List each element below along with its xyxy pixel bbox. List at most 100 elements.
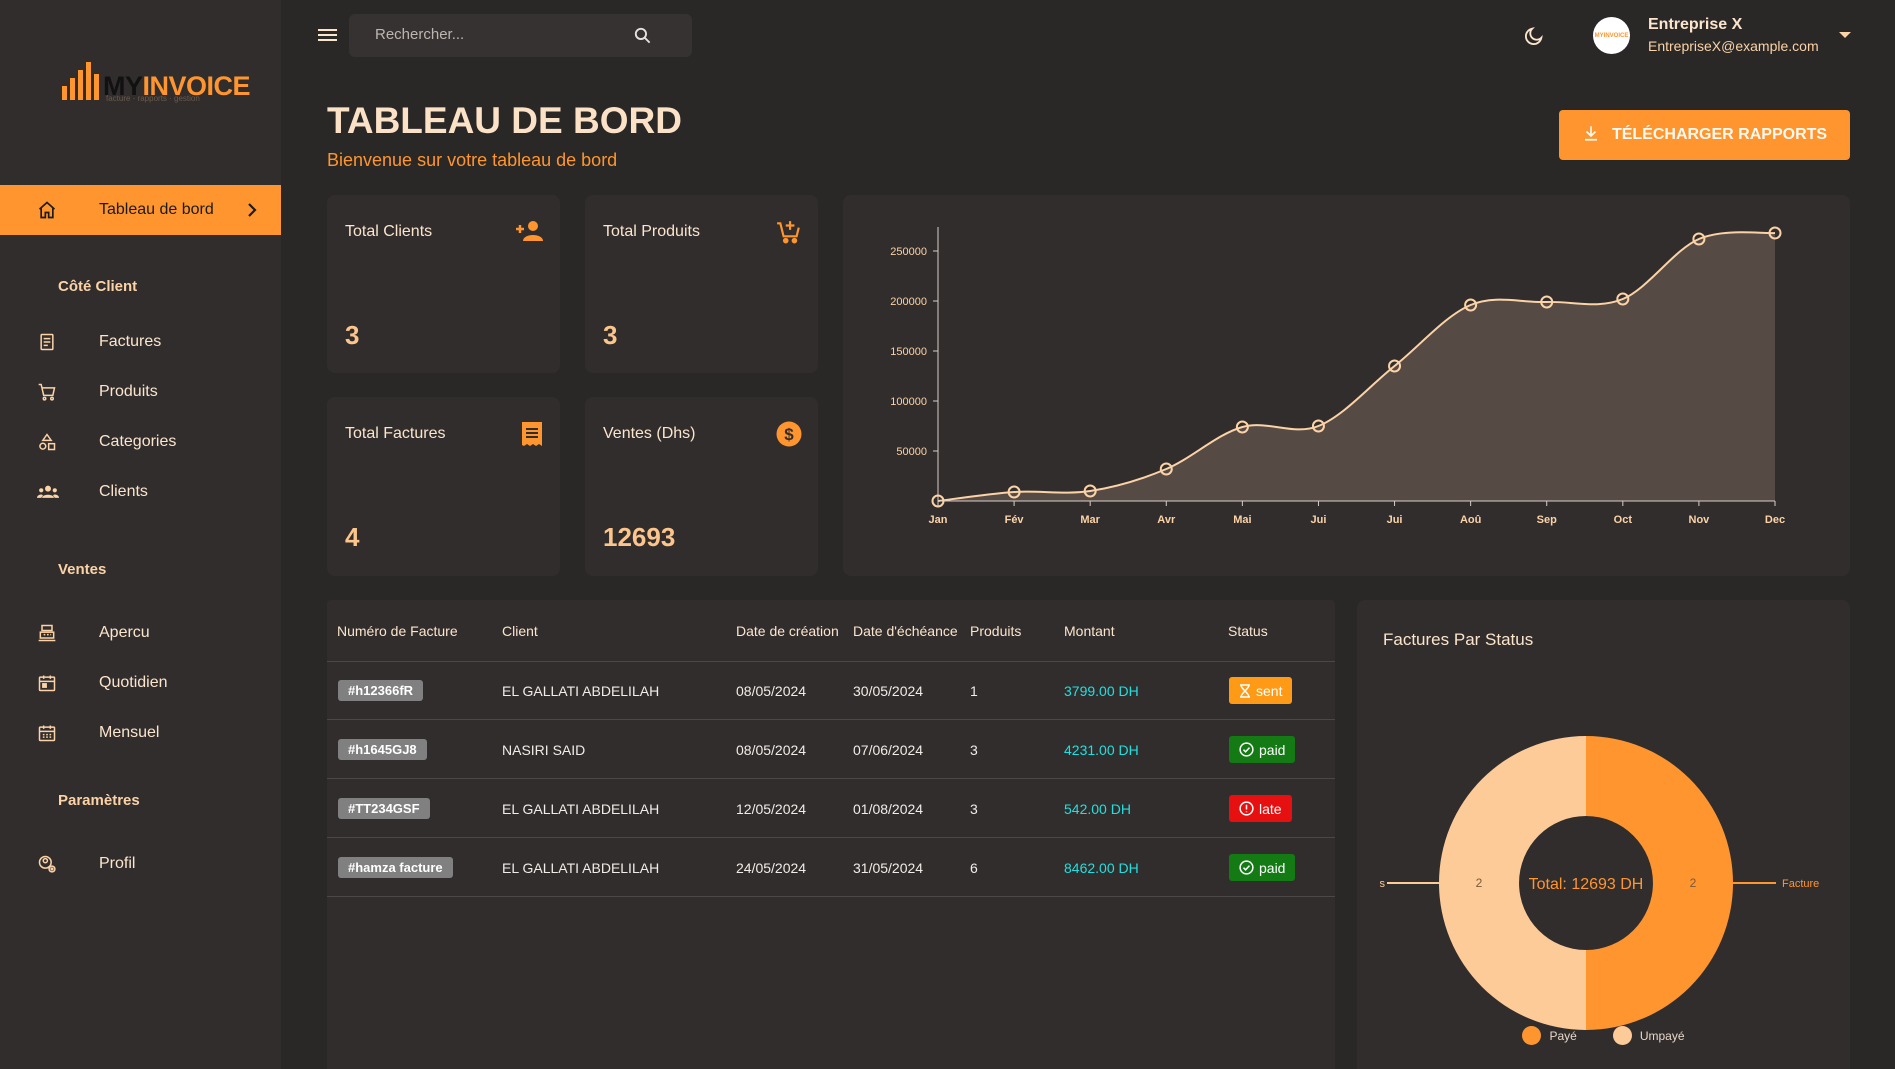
chart-area-fill [938, 232, 1775, 501]
alert-circle-icon [1239, 801, 1254, 816]
sidebar-item-profil[interactable]: Profil [0, 844, 281, 884]
sidebar: MYINVOICE facture · rapports · gestion T… [0, 0, 281, 1069]
avatar[interactable]: MYINVOICE [1593, 17, 1630, 54]
products-cell: 6 [970, 860, 978, 876]
amount-cell: 8462.00 DH [1064, 860, 1139, 876]
due-date-cell: 30/05/2024 [853, 683, 924, 699]
search-bar [349, 14, 692, 57]
client-cell: EL GALLATI ABDELILAH [502, 801, 660, 817]
x-tick-label: Avr [1157, 514, 1176, 526]
status-donut-chart: 2 2 Total: 12693 DH s Facture [1380, 736, 1819, 1030]
table-row[interactable]: #hamza facture EL GALLATI ABDELILAH 24/0… [327, 839, 1335, 897]
invoice-id-badge[interactable]: #h1645GJ8 [338, 739, 427, 760]
amount-cell: 4231.00 DH [1064, 742, 1139, 758]
sidebar-item-apercu[interactable]: Apercu [0, 613, 281, 653]
table-header: Numéro de Facture Client Date de créatio… [327, 600, 1335, 662]
donut-left-label: s [1380, 878, 1386, 890]
stat-card-total-factures: Total Factures 4 [327, 397, 560, 576]
check-circle-icon [1239, 742, 1254, 757]
client-cell: EL GALLATI ABDELILAH [502, 860, 660, 876]
x-tick-label: Mai [1233, 514, 1251, 526]
column-header[interactable]: Date d'échéance [853, 623, 958, 639]
calendar-month-icon [37, 723, 57, 748]
menu-toggle-icon[interactable] [318, 27, 337, 48]
sidebar-item-label: Produits [99, 383, 158, 400]
x-tick-label: Jan [929, 514, 948, 526]
column-header[interactable]: Produits [970, 623, 1021, 639]
products-cell: 1 [970, 683, 978, 699]
user-name: Entreprise X [1648, 16, 1743, 33]
donut-center-label: Total: 12693 DH [1529, 876, 1644, 893]
table-row[interactable]: #h12366fR EL GALLATI ABDELILAH 08/05/202… [327, 662, 1335, 720]
y-tick-label: 50000 [896, 446, 927, 458]
status-badge: paid [1229, 854, 1296, 881]
donut-right-label: Facture [1782, 878, 1819, 890]
download-icon [1582, 124, 1600, 147]
x-tick-label: Mar [1080, 514, 1100, 526]
column-header[interactable]: Client [502, 623, 538, 639]
sidebar-item-label: Tableau de bord [99, 201, 214, 218]
amount-cell: 542.00 DH [1064, 801, 1131, 817]
table-row[interactable]: #h1645GJ8 NASIRI SAID 08/05/2024 07/06/2… [327, 721, 1335, 779]
download-reports-button[interactable]: TÉLÉCHARGER RAPPORTS [1559, 110, 1850, 160]
invoice-id-badge[interactable]: #TT234GSF [338, 798, 430, 819]
sidebar-item-label: Clients [99, 483, 148, 500]
profile-settings-icon [37, 854, 57, 879]
section-title-ventes: Ventes [58, 561, 107, 578]
register-icon [37, 623, 57, 648]
donut-legend: Payé Umpayé [1357, 1026, 1850, 1045]
stat-card-total-produits: Total Produits 3 [585, 195, 818, 373]
dark-mode-moon-icon[interactable] [1523, 25, 1545, 52]
sidebar-item-tableau-de-bord[interactable]: Tableau de bord [0, 185, 281, 235]
sidebar-item-label: Factures [99, 333, 162, 350]
products-cell: 3 [970, 742, 978, 758]
logo-bars-icon [62, 62, 99, 100]
column-header[interactable]: Numéro de Facture [337, 623, 458, 639]
app-logo[interactable]: MYINVOICE facture · rapports · gestion [62, 62, 251, 103]
hourglass-icon [1240, 683, 1250, 698]
amount-cell: 3799.00 DH [1064, 683, 1139, 699]
logo-tagline: facture · rapports · gestion [106, 94, 200, 103]
x-tick-label: Fév [1005, 514, 1025, 526]
categories-icon [37, 432, 57, 457]
stat-title: Total Clients [345, 223, 433, 240]
legend-item-paye[interactable]: Payé [1522, 1026, 1577, 1045]
stat-value: 12693 [603, 522, 676, 552]
invoice-id-badge[interactable]: #h12366fR [338, 680, 424, 701]
products-cell: 3 [970, 801, 978, 817]
search-icon[interactable] [633, 26, 652, 50]
sidebar-item-mensuel[interactable]: Mensuel [0, 713, 281, 753]
table-row[interactable]: #TT234GSF EL GALLATI ABDELILAH 12/05/202… [327, 780, 1335, 838]
users-icon [37, 482, 59, 507]
stat-title: Total Factures [345, 425, 446, 442]
invoice-icon [37, 332, 57, 357]
legend-item-umpaye[interactable]: Umpayé [1612, 1026, 1685, 1045]
sidebar-item-quotidien[interactable]: Quotidien [0, 663, 281, 703]
dollar-circle-icon: $ [776, 421, 802, 452]
add-user-icon [516, 219, 544, 248]
created-date-cell: 12/05/2024 [736, 801, 807, 817]
donut-slice-value-label: 2 [1690, 876, 1697, 890]
y-tick-label: 200000 [890, 296, 927, 308]
sidebar-item-label: Categories [99, 433, 177, 450]
x-tick-label: Dec [1765, 514, 1785, 526]
sidebar-item-clients[interactable]: Clients [0, 472, 281, 512]
stat-title: Ventes (Dhs) [603, 425, 696, 442]
column-header[interactable]: Status [1228, 623, 1268, 639]
chevron-down-icon[interactable] [1839, 32, 1851, 38]
column-header[interactable]: Montant [1064, 623, 1115, 639]
section-title-client: Côté Client [58, 278, 138, 295]
sidebar-item-produits[interactable]: Produits [0, 372, 281, 412]
x-tick-label: Sep [1537, 514, 1557, 526]
chevron-right-icon [244, 201, 260, 224]
x-tick-label: Nov [1689, 514, 1711, 526]
cart-icon [37, 382, 57, 407]
status-badge: late [1229, 795, 1292, 822]
search-input[interactable] [375, 26, 635, 43]
column-header[interactable]: Date de création [736, 623, 839, 639]
sidebar-item-factures[interactable]: Factures [0, 322, 281, 362]
status-badge: sent [1229, 677, 1293, 704]
invoice-id-badge[interactable]: #hamza facture [338, 857, 453, 878]
sidebar-item-categories[interactable]: Categories [0, 422, 281, 462]
created-date-cell: 08/05/2024 [736, 742, 807, 758]
